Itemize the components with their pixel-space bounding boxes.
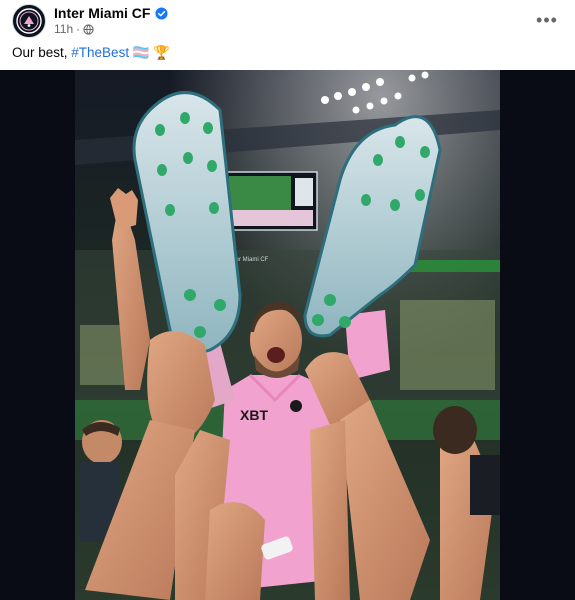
post-meta: 11h · bbox=[54, 22, 94, 36]
page-avatar[interactable] bbox=[12, 4, 46, 38]
meta-separator: · bbox=[76, 22, 81, 36]
shirt-sponsor: XBT bbox=[240, 407, 268, 423]
more-options-icon: ••• bbox=[536, 9, 558, 30]
post-caption: Our best, #TheBest 🏳️‍⚧️ 🏆 bbox=[12, 45, 170, 61]
post-timestamp[interactable]: 11h bbox=[54, 22, 73, 36]
page-name-row: Inter Miami CF bbox=[54, 4, 169, 22]
post-photo[interactable]: Inter Miami CF XBT bbox=[0, 70, 575, 600]
post-header: Inter Miami CF 11h · ••• bbox=[0, 0, 575, 40]
celebration-photo: Inter Miami CF XBT bbox=[0, 70, 575, 600]
caption-text: Our best, bbox=[12, 45, 72, 60]
more-options-button[interactable]: ••• bbox=[533, 6, 561, 34]
page-name-link[interactable]: Inter Miami CF bbox=[54, 5, 150, 21]
caption-emoji-flag: 🏳️‍⚧️ bbox=[132, 45, 150, 60]
globe-icon bbox=[83, 23, 94, 35]
verified-badge-icon bbox=[155, 6, 169, 20]
caption-emoji-trophy: 🏆 bbox=[153, 45, 171, 60]
hashtag-link[interactable]: #TheBest bbox=[71, 45, 129, 60]
inter-miami-crest-icon bbox=[16, 8, 42, 34]
